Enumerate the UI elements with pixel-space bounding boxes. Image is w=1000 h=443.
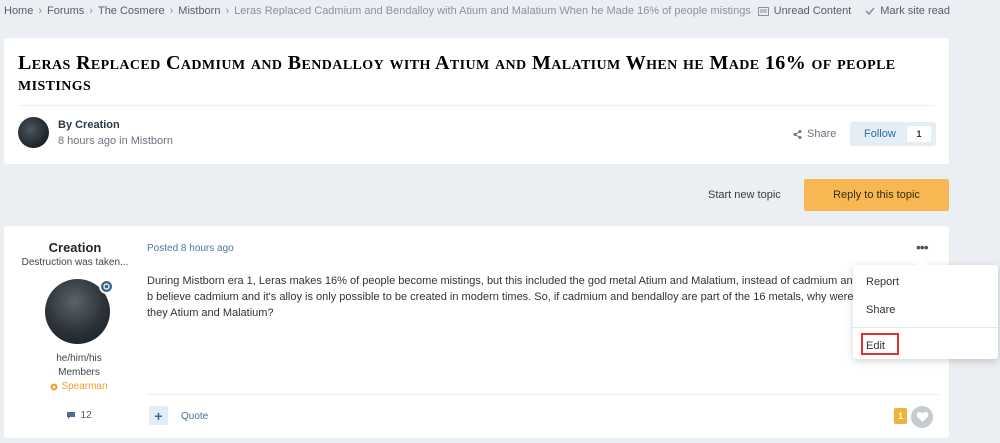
divider [147, 394, 939, 395]
post-author-group: Members [58, 367, 100, 378]
avatar[interactable] [18, 117, 49, 148]
follow-button[interactable]: Follow 1 [850, 122, 936, 146]
post-date-link[interactable]: Posted 8 hours ago [147, 243, 234, 254]
topic-header: Leras Replaced Cadmium and Bendalloy wit… [4, 38, 949, 164]
post-author-rank-label: Spearman [61, 381, 108, 392]
divider [853, 327, 998, 328]
rank-icon [50, 383, 58, 390]
heart-icon[interactable] [911, 406, 933, 428]
topic-author-link[interactable]: By Creation [58, 119, 120, 131]
more-options-icon[interactable]: ••• [916, 239, 929, 255]
chevron-right-icon: › [225, 5, 230, 17]
breadcrumb: Home › Forums › The Cosmere › Mistborn ›… [4, 5, 751, 17]
unread-content-label: Unread Content [773, 5, 852, 17]
check-icon [865, 7, 875, 15]
post-author-rank: Spearman [4, 381, 154, 392]
post-body: During Mistborn era 1, Leras makes 16% o… [147, 275, 859, 319]
menu-item-report[interactable]: Report [866, 276, 899, 288]
menu-item-edit[interactable]: Edit [866, 340, 885, 352]
breadcrumb-the-cosmere[interactable]: The Cosmere [98, 5, 165, 17]
quote-button[interactable]: Quote [181, 411, 208, 422]
inbox-icon [757, 6, 769, 16]
breadcrumb-current-topic: Leras Replaced Cadmium and Bendalloy wit… [234, 5, 751, 17]
chevron-right-icon: › [89, 5, 93, 17]
start-new-topic-button[interactable]: Start new topic [708, 189, 781, 201]
reaction-count[interactable]: 1 [894, 408, 907, 424]
post: Creation Destruction was taken... he/him… [4, 226, 949, 438]
share-button[interactable]: Share [793, 128, 836, 140]
chevron-right-icon: › [38, 5, 43, 17]
post-author-panel: Creation Destruction was taken... he/him… [4, 226, 144, 438]
mark-site-read-label: Mark site read [880, 5, 950, 17]
multiquote-plus-button[interactable]: + [149, 406, 168, 425]
post-author-pronouns: he/him/his [56, 353, 102, 364]
post-options-menu: Report Share Edit [853, 259, 998, 359]
menu-item-share[interactable]: Share [866, 304, 895, 316]
comment-icon [67, 412, 76, 419]
topic-meta: 8 hours ago in Mistborn [58, 135, 173, 147]
post-author-content-count[interactable]: 12 [4, 410, 154, 421]
post-author-name[interactable]: Creation [4, 240, 146, 255]
post-author-title: Destruction was taken... [21, 257, 129, 268]
follow-count: 1 [907, 126, 931, 142]
share-label: Share [807, 128, 837, 140]
content-count-label: 12 [80, 410, 92, 421]
breadcrumb-forums[interactable]: Forums [47, 5, 84, 17]
divider [18, 105, 935, 106]
reply-to-topic-button[interactable]: Reply to this topic [804, 179, 949, 211]
unread-content-link[interactable]: Unread Content [757, 5, 852, 17]
breadcrumb-mistborn[interactable]: Mistborn [178, 5, 220, 17]
achievement-badge-icon [99, 279, 114, 294]
mark-site-read-link[interactable]: Mark site read [865, 5, 950, 17]
follow-label: Follow [864, 128, 896, 140]
chevron-right-icon: › [169, 5, 174, 17]
share-icon [793, 129, 802, 139]
top-actions: Unread Content Mark site read [757, 5, 950, 17]
breadcrumb-home[interactable]: Home [4, 5, 33, 17]
page-title: Leras Replaced Cadmium and Bendalloy wit… [18, 52, 896, 95]
